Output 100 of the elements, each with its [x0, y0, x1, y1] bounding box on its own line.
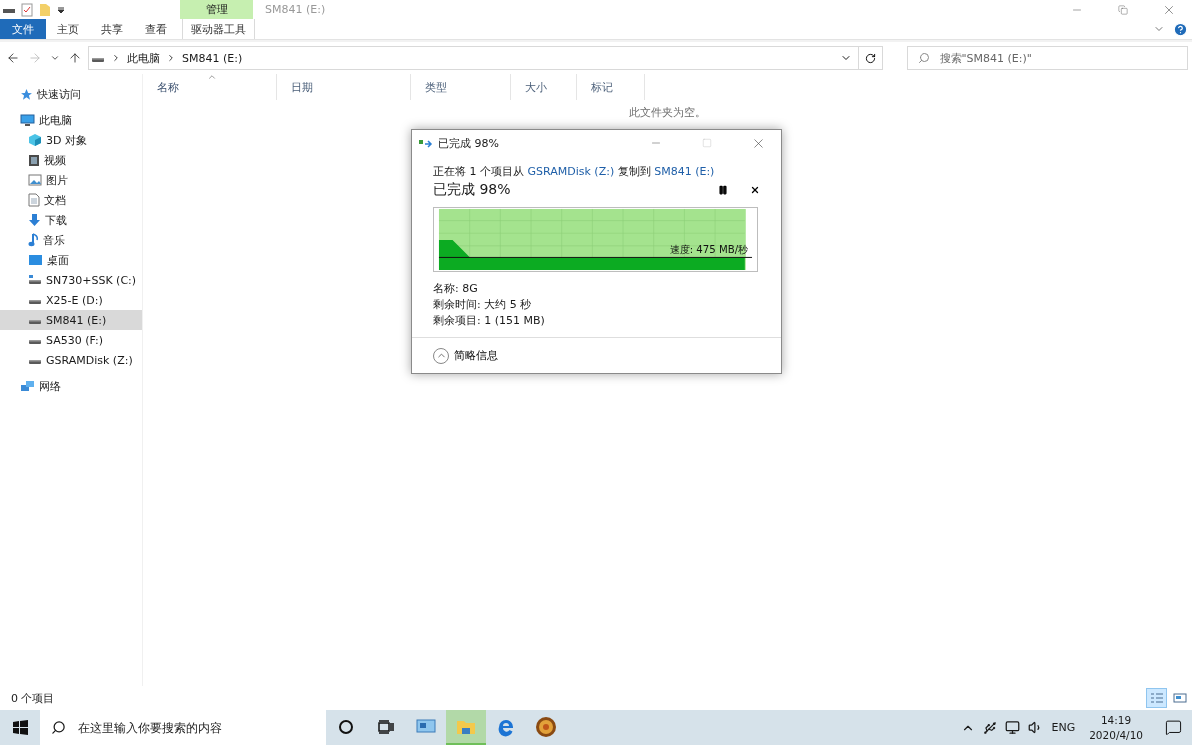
- sidebar-item[interactable]: 网络: [0, 376, 142, 396]
- sidebar-item-label: 音乐: [43, 232, 65, 248]
- detail-line: 剩余时间: 大约 5 秒: [433, 298, 533, 312]
- search-icon: [917, 52, 930, 64]
- column-header[interactable]: 日期: [277, 74, 411, 100]
- picture-icon: [28, 174, 42, 186]
- maximize-icon: [702, 138, 712, 148]
- disc-icon: [535, 715, 557, 738]
- breadcrumb-item[interactable]: 此电脑: [127, 50, 160, 66]
- breadcrumb-item[interactable]: SM841 (E:): [182, 51, 243, 65]
- location-link[interactable]: SM841 (E:): [654, 165, 715, 178]
- input-language[interactable]: ENG: [1051, 721, 1076, 734]
- sidebar-item[interactable]: 快速访问: [0, 84, 142, 104]
- sidebar-item[interactable]: X25-E (D:): [0, 290, 142, 310]
- sidebar-item[interactable]: 此电脑: [0, 110, 142, 130]
- sidebar-item-label: X25-E (D:): [46, 293, 103, 307]
- sidebar-item-label: 文档: [44, 192, 66, 208]
- windows-logo-icon: [12, 720, 28, 735]
- drive-icon: [28, 274, 42, 286]
- folder-icon: [456, 718, 476, 735]
- dialog-title: 已完成 98%: [438, 135, 499, 151]
- refresh-icon: [864, 52, 876, 64]
- sidebar-item-label: 3D 对象: [46, 132, 87, 148]
- usb-icon[interactable]: [983, 720, 998, 735]
- copy-description: 正在将 1 个项目从 GSRAMDisk (Z:) 复制到 SM841 (E:): [433, 164, 716, 179]
- forward-icon: [28, 51, 42, 65]
- sidebar-item-label: SM841 (E:): [46, 313, 107, 327]
- search-field[interactable]: 搜索"SM841 (E:)": [906, 46, 1188, 70]
- sidebar-item[interactable]: 图片: [0, 170, 142, 190]
- empty-folder-message: 此文件夹为空。: [628, 105, 707, 120]
- sidebar-item[interactable]: 3D 对象: [0, 130, 142, 150]
- column-header[interactable]: 名称: [143, 74, 277, 100]
- ribbon-tab[interactable]: 文件: [0, 19, 46, 39]
- ribbon-tab[interactable]: 主页: [46, 19, 90, 39]
- details-view-icon: [1149, 692, 1164, 704]
- ribbon-tab[interactable]: 驱动器工具: [182, 19, 255, 39]
- speed-label: 速度: 475 MB/秒: [669, 243, 749, 255]
- copy-icon: [419, 138, 433, 148]
- sidebar-item[interactable]: 文档: [0, 190, 142, 210]
- sidebar-item[interactable]: 音乐: [0, 230, 142, 250]
- sort-ascending-icon: [207, 72, 217, 82]
- back-icon: [6, 51, 20, 65]
- sidebar-item-label: 快速访问: [37, 86, 81, 102]
- ribbon-tab[interactable]: 共享: [90, 19, 134, 39]
- sidebar-item-label: 桌面: [47, 252, 69, 268]
- sidebar-item[interactable]: 视频: [0, 150, 142, 170]
- down-arrow-icon: [28, 213, 41, 227]
- column-header[interactable]: 标记: [577, 74, 645, 100]
- sidebar-item[interactable]: 桌面: [0, 250, 142, 270]
- sidebar-item[interactable]: 下载: [0, 210, 142, 230]
- close-icon: [750, 185, 760, 195]
- ribbon-tab[interactable]: 查看: [134, 19, 178, 39]
- circle-icon: [338, 718, 354, 735]
- refresh-button[interactable]: [858, 46, 883, 70]
- context-tab-header: 管理: [180, 0, 253, 19]
- monitor-icon: [20, 113, 35, 127]
- task-view-icon: [378, 719, 394, 734]
- cube-icon: [28, 133, 42, 147]
- pause-button[interactable]: [718, 185, 728, 195]
- sidebar-item-label: 此电脑: [39, 112, 72, 128]
- breadcrumb-separator-icon: [111, 53, 121, 63]
- sidebar-item-label: 网络: [39, 378, 61, 394]
- sidebar-item[interactable]: GSRAMDisk (Z:): [0, 350, 142, 370]
- document-icon: [28, 193, 40, 207]
- film-icon: [28, 153, 40, 167]
- sidebar-item[interactable]: SN730+SSK (C:): [0, 270, 142, 290]
- progress-heading: 已完成 98%: [433, 181, 512, 199]
- music-note-icon: [28, 233, 39, 247]
- sidebar-item-label: SN730+SSK (C:): [46, 273, 137, 287]
- detail-line: 名称: 8G: [433, 282, 479, 296]
- fewer-details-button[interactable]: 简略信息: [433, 347, 498, 364]
- pause-icon: [718, 185, 728, 195]
- sidebar-item-label: SA530 (F:): [46, 333, 103, 347]
- column-header[interactable]: 大小: [511, 74, 577, 100]
- monitor-icon: [416, 718, 436, 735]
- dropdown-icon[interactable]: [57, 5, 65, 14]
- sidebar-item-label: 图片: [46, 172, 68, 188]
- breadcrumb-separator-icon: [166, 53, 176, 63]
- search-icon: [51, 720, 66, 735]
- up-icon: [68, 51, 82, 65]
- properties-icon[interactable]: [21, 2, 33, 17]
- item-count: 0 个项目: [11, 690, 55, 706]
- large-icons-view-icon: [1172, 692, 1187, 704]
- desktop-icon: [28, 254, 43, 266]
- window-title: SM841 (E:): [264, 2, 327, 18]
- chevron-down-icon: [50, 53, 60, 63]
- restore-icon: [1118, 4, 1128, 15]
- cancel-button[interactable]: [750, 185, 760, 195]
- taskbar-search-field[interactable]: 在这里输入你要搜索的内容: [40, 710, 326, 745]
- sidebar-item-label: 下载: [45, 212, 67, 228]
- detail-line: 剩余项目: 1 (151 MB): [433, 314, 546, 328]
- clock[interactable]: 14:19 2020/4/10: [1089, 712, 1143, 743]
- sidebar-item-label: 视频: [44, 152, 66, 168]
- star-icon: [20, 87, 33, 101]
- address-bar[interactable]: 此电脑 SM841 (E:): [88, 46, 859, 70]
- sidebar-item[interactable]: SA530 (F:): [0, 330, 142, 350]
- column-header[interactable]: 类型: [411, 74, 511, 100]
- notifications-button[interactable]: [1165, 719, 1182, 736]
- sidebar-item[interactable]: SM841 (E:): [0, 310, 142, 330]
- location-link[interactable]: GSRAMDisk (Z:): [527, 165, 615, 178]
